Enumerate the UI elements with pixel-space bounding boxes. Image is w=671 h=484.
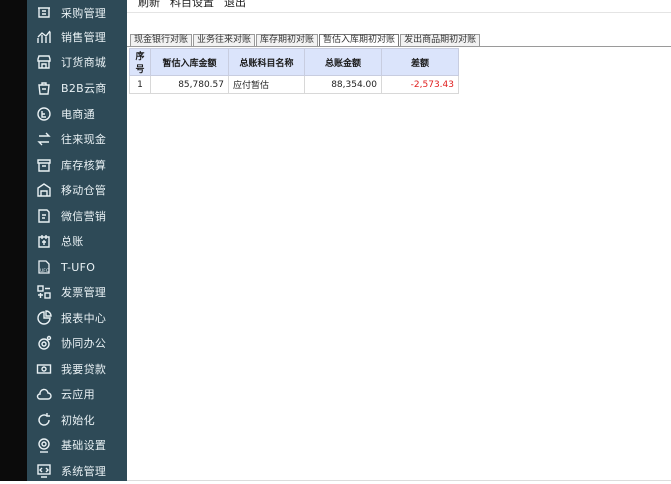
tab-strip: 现金银行对账 业务往来对账 库存期初对账 暂估入库期初对账 发出商品期初对账 xyxy=(130,34,481,46)
tab-shipped-goods-opening[interactable]: 发出商品期初对账 xyxy=(400,34,481,46)
sidebar-item-label: 微信营销 xyxy=(61,210,107,223)
sidebar-item-system[interactable]: 系统管理 xyxy=(27,458,127,484)
system-icon xyxy=(35,462,53,480)
reconciliation-table: 序号 暂估入库金额 总账科目名称 总账金额 差额 1 85,780.57 应付暂… xyxy=(129,48,459,94)
sidebar-item-label: 订货商城 xyxy=(61,56,107,69)
wechat-marketing-icon xyxy=(35,207,53,225)
svg-text:UFO: UFO xyxy=(40,268,50,274)
sidebar-item-ecommerce[interactable]: 电商通 xyxy=(27,101,127,127)
loan-icon xyxy=(35,360,53,378)
sidebar-item-label: 报表中心 xyxy=(61,312,107,325)
b2b-bag-icon xyxy=(35,79,53,97)
sidebar: 采购管理 销售管理 订货商城 B2B云商 电商通 往来现金 库存核算 移动仓管 … xyxy=(27,0,127,481)
sidebar-item-label: T-UFO xyxy=(61,260,96,274)
window-left-edge xyxy=(0,0,27,481)
tab-business-transactions[interactable]: 业务往来对账 xyxy=(193,34,256,46)
sidebar-item-cloud-apps[interactable]: 云应用 xyxy=(27,381,127,407)
sidebar-item-inventory[interactable]: 库存核算 xyxy=(27,152,127,178)
menubar-divider xyxy=(127,12,671,13)
col-header-gl-account[interactable]: 总账科目名称 xyxy=(228,48,305,76)
cell-est-amount[interactable]: 85,780.57 xyxy=(150,75,229,94)
cell-diff[interactable]: -2,573.43 xyxy=(381,75,459,94)
sidebar-item-label: 总账 xyxy=(61,235,84,248)
sidebar-item-label: 基础设置 xyxy=(61,439,107,452)
report-pie-icon xyxy=(35,309,53,327)
col-header-seq[interactable]: 序号 xyxy=(129,48,151,76)
purchase-icon xyxy=(35,4,53,22)
sidebar-item-sales[interactable]: 销售管理 xyxy=(27,24,127,50)
sidebar-item-label: 初始化 xyxy=(61,414,95,427)
sidebar-item-label: 我要贷款 xyxy=(61,363,107,376)
sidebar-item-purchase[interactable]: 采购管理 xyxy=(27,0,127,26)
sidebar-item-label: 系统管理 xyxy=(61,465,107,478)
top-menubar: 刷新 科目设置 退出 xyxy=(138,0,246,10)
sidebar-item-b2b[interactable]: B2B云商 xyxy=(27,75,127,101)
invoice-icon xyxy=(35,283,53,301)
sidebar-item-label: 协同办公 xyxy=(61,337,107,350)
sidebar-item-label: 移动仓管 xyxy=(61,184,107,197)
ufo-icon: UFO xyxy=(35,258,53,276)
sidebar-item-label: 发票管理 xyxy=(61,286,107,299)
tab-baseline xyxy=(127,46,671,47)
store-icon xyxy=(35,53,53,71)
collaboration-icon xyxy=(35,334,53,352)
sidebar-item-reports[interactable]: 报表中心 xyxy=(27,305,127,331)
sidebar-item-loan[interactable]: 我要贷款 xyxy=(27,356,127,382)
tab-cash-bank[interactable]: 现金银行对账 xyxy=(130,34,193,46)
init-refresh-icon xyxy=(35,411,53,429)
mobile-warehouse-icon xyxy=(35,181,53,199)
cell-gl-account[interactable]: 应付暂估 xyxy=(228,75,305,94)
sidebar-item-label: 云应用 xyxy=(61,388,95,401)
sidebar-item-invoice[interactable]: 发票管理 xyxy=(27,279,127,305)
sidebar-item-collaboration[interactable]: 协同办公 xyxy=(27,330,127,356)
tab-inventory-opening[interactable]: 库存期初对账 xyxy=(256,34,319,46)
sidebar-item-label: 往来现金 xyxy=(61,133,107,146)
table-row[interactable]: 1 85,780.57 应付暂估 88,354.00 -2,573.43 xyxy=(129,75,459,94)
col-header-gl-amount[interactable]: 总账金额 xyxy=(304,48,382,76)
sidebar-item-initialize[interactable]: 初始化 xyxy=(27,407,127,433)
table-header-row: 序号 暂估入库金额 总账科目名称 总账金额 差额 xyxy=(129,48,459,76)
sidebar-item-label: B2B云商 xyxy=(61,82,107,95)
sidebar-item-label: 销售管理 xyxy=(61,31,107,44)
cloud-icon xyxy=(35,385,53,403)
sidebar-item-tufo[interactable]: UFO T-UFO xyxy=(27,254,127,280)
sidebar-item-label: 库存核算 xyxy=(61,159,107,172)
exchange-icon xyxy=(35,130,53,148)
account-settings-menu[interactable]: 科目设置 xyxy=(170,0,214,10)
ledger-icon xyxy=(35,232,53,250)
exit-menu[interactable]: 退出 xyxy=(224,0,246,10)
sales-chart-icon xyxy=(35,28,53,46)
sidebar-item-cash[interactable]: 往来现金 xyxy=(27,126,127,152)
sidebar-item-mobile-warehouse[interactable]: 移动仓管 xyxy=(27,177,127,203)
tab-estimated-inbound-opening[interactable]: 暂估入库期初对账 xyxy=(319,34,400,46)
ecommerce-icon xyxy=(35,105,53,123)
settings-icon xyxy=(35,436,53,454)
sidebar-item-basic-settings[interactable]: 基础设置 xyxy=(27,432,127,458)
inventory-icon xyxy=(35,156,53,174)
sidebar-item-label: 电商通 xyxy=(61,108,95,121)
sidebar-item-ledger[interactable]: 总账 xyxy=(27,228,127,254)
sidebar-item-store[interactable]: 订货商城 xyxy=(27,49,127,75)
sidebar-item-wechat[interactable]: 微信营销 xyxy=(27,203,127,229)
col-header-diff[interactable]: 差额 xyxy=(381,48,459,76)
refresh-menu[interactable]: 刷新 xyxy=(138,0,160,10)
cell-seq[interactable]: 1 xyxy=(129,75,151,94)
sidebar-item-label: 采购管理 xyxy=(61,7,107,20)
cell-gl-amount[interactable]: 88,354.00 xyxy=(304,75,382,94)
col-header-est-amount[interactable]: 暂估入库金额 xyxy=(150,48,229,76)
